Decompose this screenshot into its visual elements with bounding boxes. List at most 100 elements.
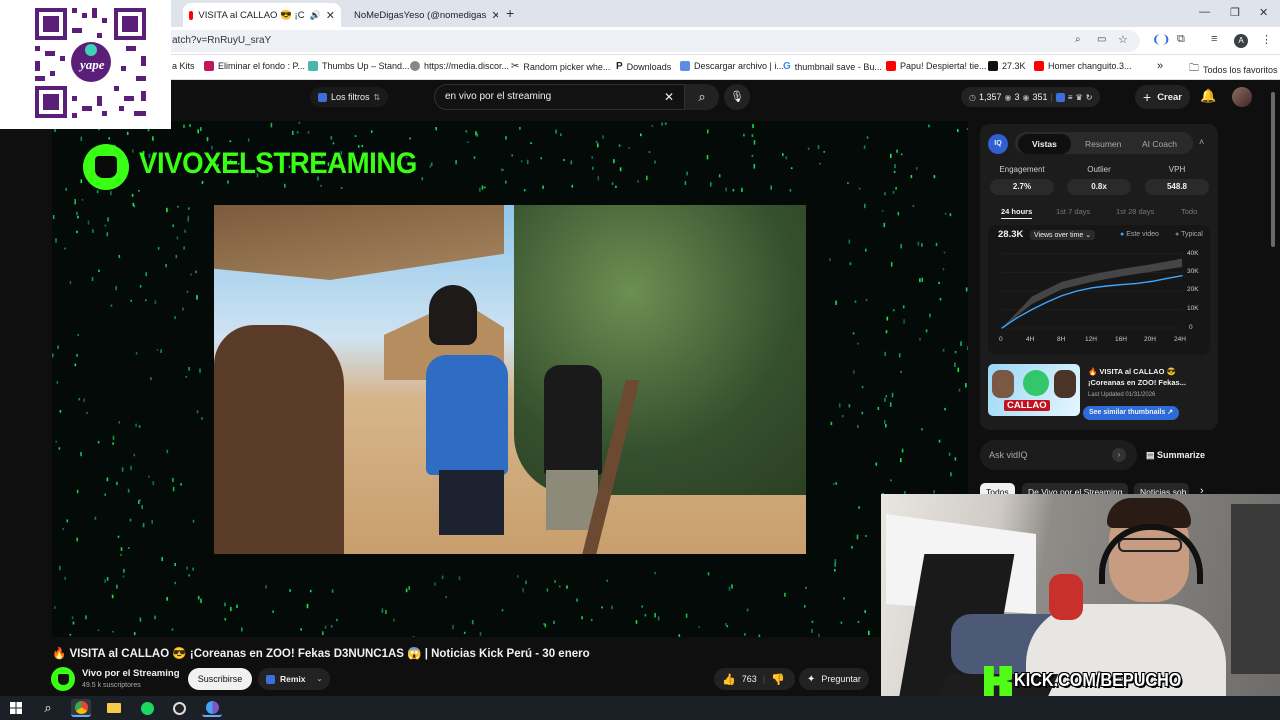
windows-start-icon[interactable] (6, 699, 26, 717)
video-thumbnail[interactable]: CALLAO (988, 364, 1080, 416)
bookmark-item[interactable]: Homer changuito.3... (1034, 61, 1132, 71)
tab-youtube-video[interactable]: VISITA al CALLAO 😎 ¡C 🔊 ✕ (183, 3, 341, 27)
youtube-icon (189, 10, 194, 20)
matrix-glyph (188, 207, 190, 210)
search-icon[interactable]: ⌕ (38, 699, 58, 717)
ask-label: Preguntar (821, 674, 861, 684)
chrome-profile-icon[interactable] (202, 699, 222, 717)
bookmark-item[interactable]: Descargar archivo | i... (680, 61, 784, 71)
bookmark-item[interactable]: Eliminar el fondo : P... (204, 61, 305, 71)
summarize-button[interactable]: ▤ Summarize (1146, 450, 1205, 461)
remove-bg-icon (204, 61, 214, 71)
bookmark-item[interactable]: a Kits (172, 61, 195, 71)
matrix-glyph (138, 190, 140, 192)
matrix-glyph (852, 332, 855, 335)
send-icon[interactable]: › (1112, 448, 1126, 462)
restore-icon[interactable]: ❐ (1230, 6, 1240, 19)
matrix-glyph (174, 563, 176, 567)
matrix-glyph (332, 142, 335, 145)
see-similar-thumbnails-button[interactable]: See similar thumbnails ↗ (1083, 406, 1180, 420)
channel-avatar[interactable] (51, 667, 75, 691)
minimize-icon[interactable]: — (1199, 6, 1210, 18)
create-button[interactable]: + Crear (1135, 85, 1191, 109)
search-button[interactable]: ⌕ (685, 84, 719, 110)
matrix-glyph (784, 592, 786, 597)
matrix-glyph (817, 145, 820, 149)
x-tick: 24H (1174, 336, 1186, 343)
video-player[interactable]: VIVOXELSTREAMING (52, 121, 968, 637)
channel-name[interactable]: Vivo por el Streaming (82, 668, 180, 679)
bookmark-item[interactable]: ✂ Random picker whe... (511, 61, 610, 72)
bookmark-item[interactable]: Papu! Despierta! tie... (886, 61, 987, 71)
notifications-bell-icon[interactable]: 🔔 (1200, 88, 1216, 104)
thumb-person (992, 370, 1014, 398)
matrix-glyph (74, 199, 76, 203)
close-tab-icon[interactable]: ✕ (491, 9, 498, 22)
page-scrollbar[interactable] (1271, 92, 1275, 247)
install-icon[interactable]: ▭ (1097, 34, 1106, 45)
matrix-glyph (150, 377, 152, 381)
obs-icon[interactable] (169, 699, 189, 717)
matrix-glyph (131, 194, 134, 197)
bookmark-item[interactable]: https://media.discor... (410, 61, 509, 71)
matrix-glyph (112, 630, 114, 633)
vidiq-stats-pill[interactable]: ◷ 1,357 ◉ 3 ◉ 351 | ≡ ♛ ↻ (961, 87, 1101, 107)
ask-button[interactable]: ✦ Preguntar (799, 668, 869, 690)
clear-search-icon[interactable]: ✕ (664, 85, 674, 109)
matrix-glyph (523, 189, 526, 192)
p-icon: P (616, 61, 623, 72)
star-icon[interactable]: ☆ (1118, 33, 1128, 46)
matrix-glyph (933, 175, 936, 179)
close-window-icon[interactable]: ✕ (1259, 6, 1268, 19)
new-tab-icon[interactable]: + (506, 5, 514, 21)
matrix-glyph (732, 189, 735, 192)
vidiq-extension-icon[interactable]: ❨❩ (1152, 33, 1170, 46)
like-icon[interactable]: 👍 (722, 673, 736, 686)
matrix-glyph (133, 453, 136, 457)
matrix-glyph (865, 298, 868, 302)
voice-search-button[interactable]: 🎙 (724, 84, 750, 110)
all-bookmarks[interactable]: 🗀 Todos los favoritos (1189, 61, 1278, 78)
tab-tiktok[interactable]: NoMeDigasYeso (@nomedigas ✕ (343, 3, 498, 27)
matrix-glyph (555, 129, 557, 134)
account-avatar[interactable] (1232, 87, 1252, 107)
bookmark-item[interactable]: P Downloads (616, 61, 671, 72)
remix-button[interactable]: Remix ⌄ (258, 668, 331, 690)
bookmark-item[interactable]: Gthumbnail save - Bu... (783, 61, 882, 72)
windows-taskbar: ⌕ (0, 696, 1280, 720)
spotify-logo-icon (140, 701, 154, 715)
tab-search-icon[interactable]: ≡ (1211, 33, 1217, 45)
webcam-overlay: KICK.COM/BEPUCHO (881, 494, 1280, 706)
zoom-icon[interactable]: ⌕ (1075, 34, 1081, 45)
extensions-icon[interactable]: ⧉ (1177, 33, 1185, 46)
more-bookmarks-icon[interactable]: » (1157, 60, 1163, 72)
refresh-icon: ↻ (1085, 92, 1093, 102)
file-explorer-icon[interactable] (104, 699, 124, 717)
speaker-icon[interactable]: 🔊 (310, 10, 321, 21)
ask-vidiq-input[interactable]: Ask vidIQ › (980, 440, 1137, 470)
filters-button[interactable]: Los filtros ⇅ (310, 87, 389, 107)
spotify-icon[interactable] (137, 699, 157, 717)
matrix-glyph (479, 632, 482, 636)
menu-dots-icon[interactable]: ⋮ (1261, 33, 1272, 46)
matrix-glyph (130, 299, 132, 302)
matrix-glyph (130, 465, 132, 471)
address-bar[interactable]: atch?v=RnRuyU_sraY (160, 30, 1140, 52)
subscribe-button[interactable]: Suscribirse (188, 668, 252, 690)
matrix-glyph (519, 127, 521, 130)
microphone-icon: 🎙 (730, 91, 744, 103)
chrome-taskbar-icon[interactable] (71, 699, 91, 717)
thumb-text: CALLAO (1004, 400, 1050, 411)
matrix-glyph (421, 177, 424, 181)
matrix-glyph (967, 346, 968, 350)
profile-avatar[interactable]: A (1234, 34, 1248, 48)
bookmark-item[interactable]: Thumbs Up – Stand... (308, 61, 410, 71)
close-tab-icon[interactable]: ✕ (326, 9, 335, 22)
dislike-icon[interactable]: 👎 (771, 673, 785, 686)
matrix-glyph (628, 147, 630, 149)
stat-b: 3 (1014, 92, 1020, 102)
search-input[interactable]: en vivo por el streaming ✕ (434, 84, 685, 110)
matrix-glyph (938, 439, 941, 443)
matrix-glyph (751, 134, 754, 137)
bookmark-item[interactable]: 27.3K (988, 61, 1026, 71)
